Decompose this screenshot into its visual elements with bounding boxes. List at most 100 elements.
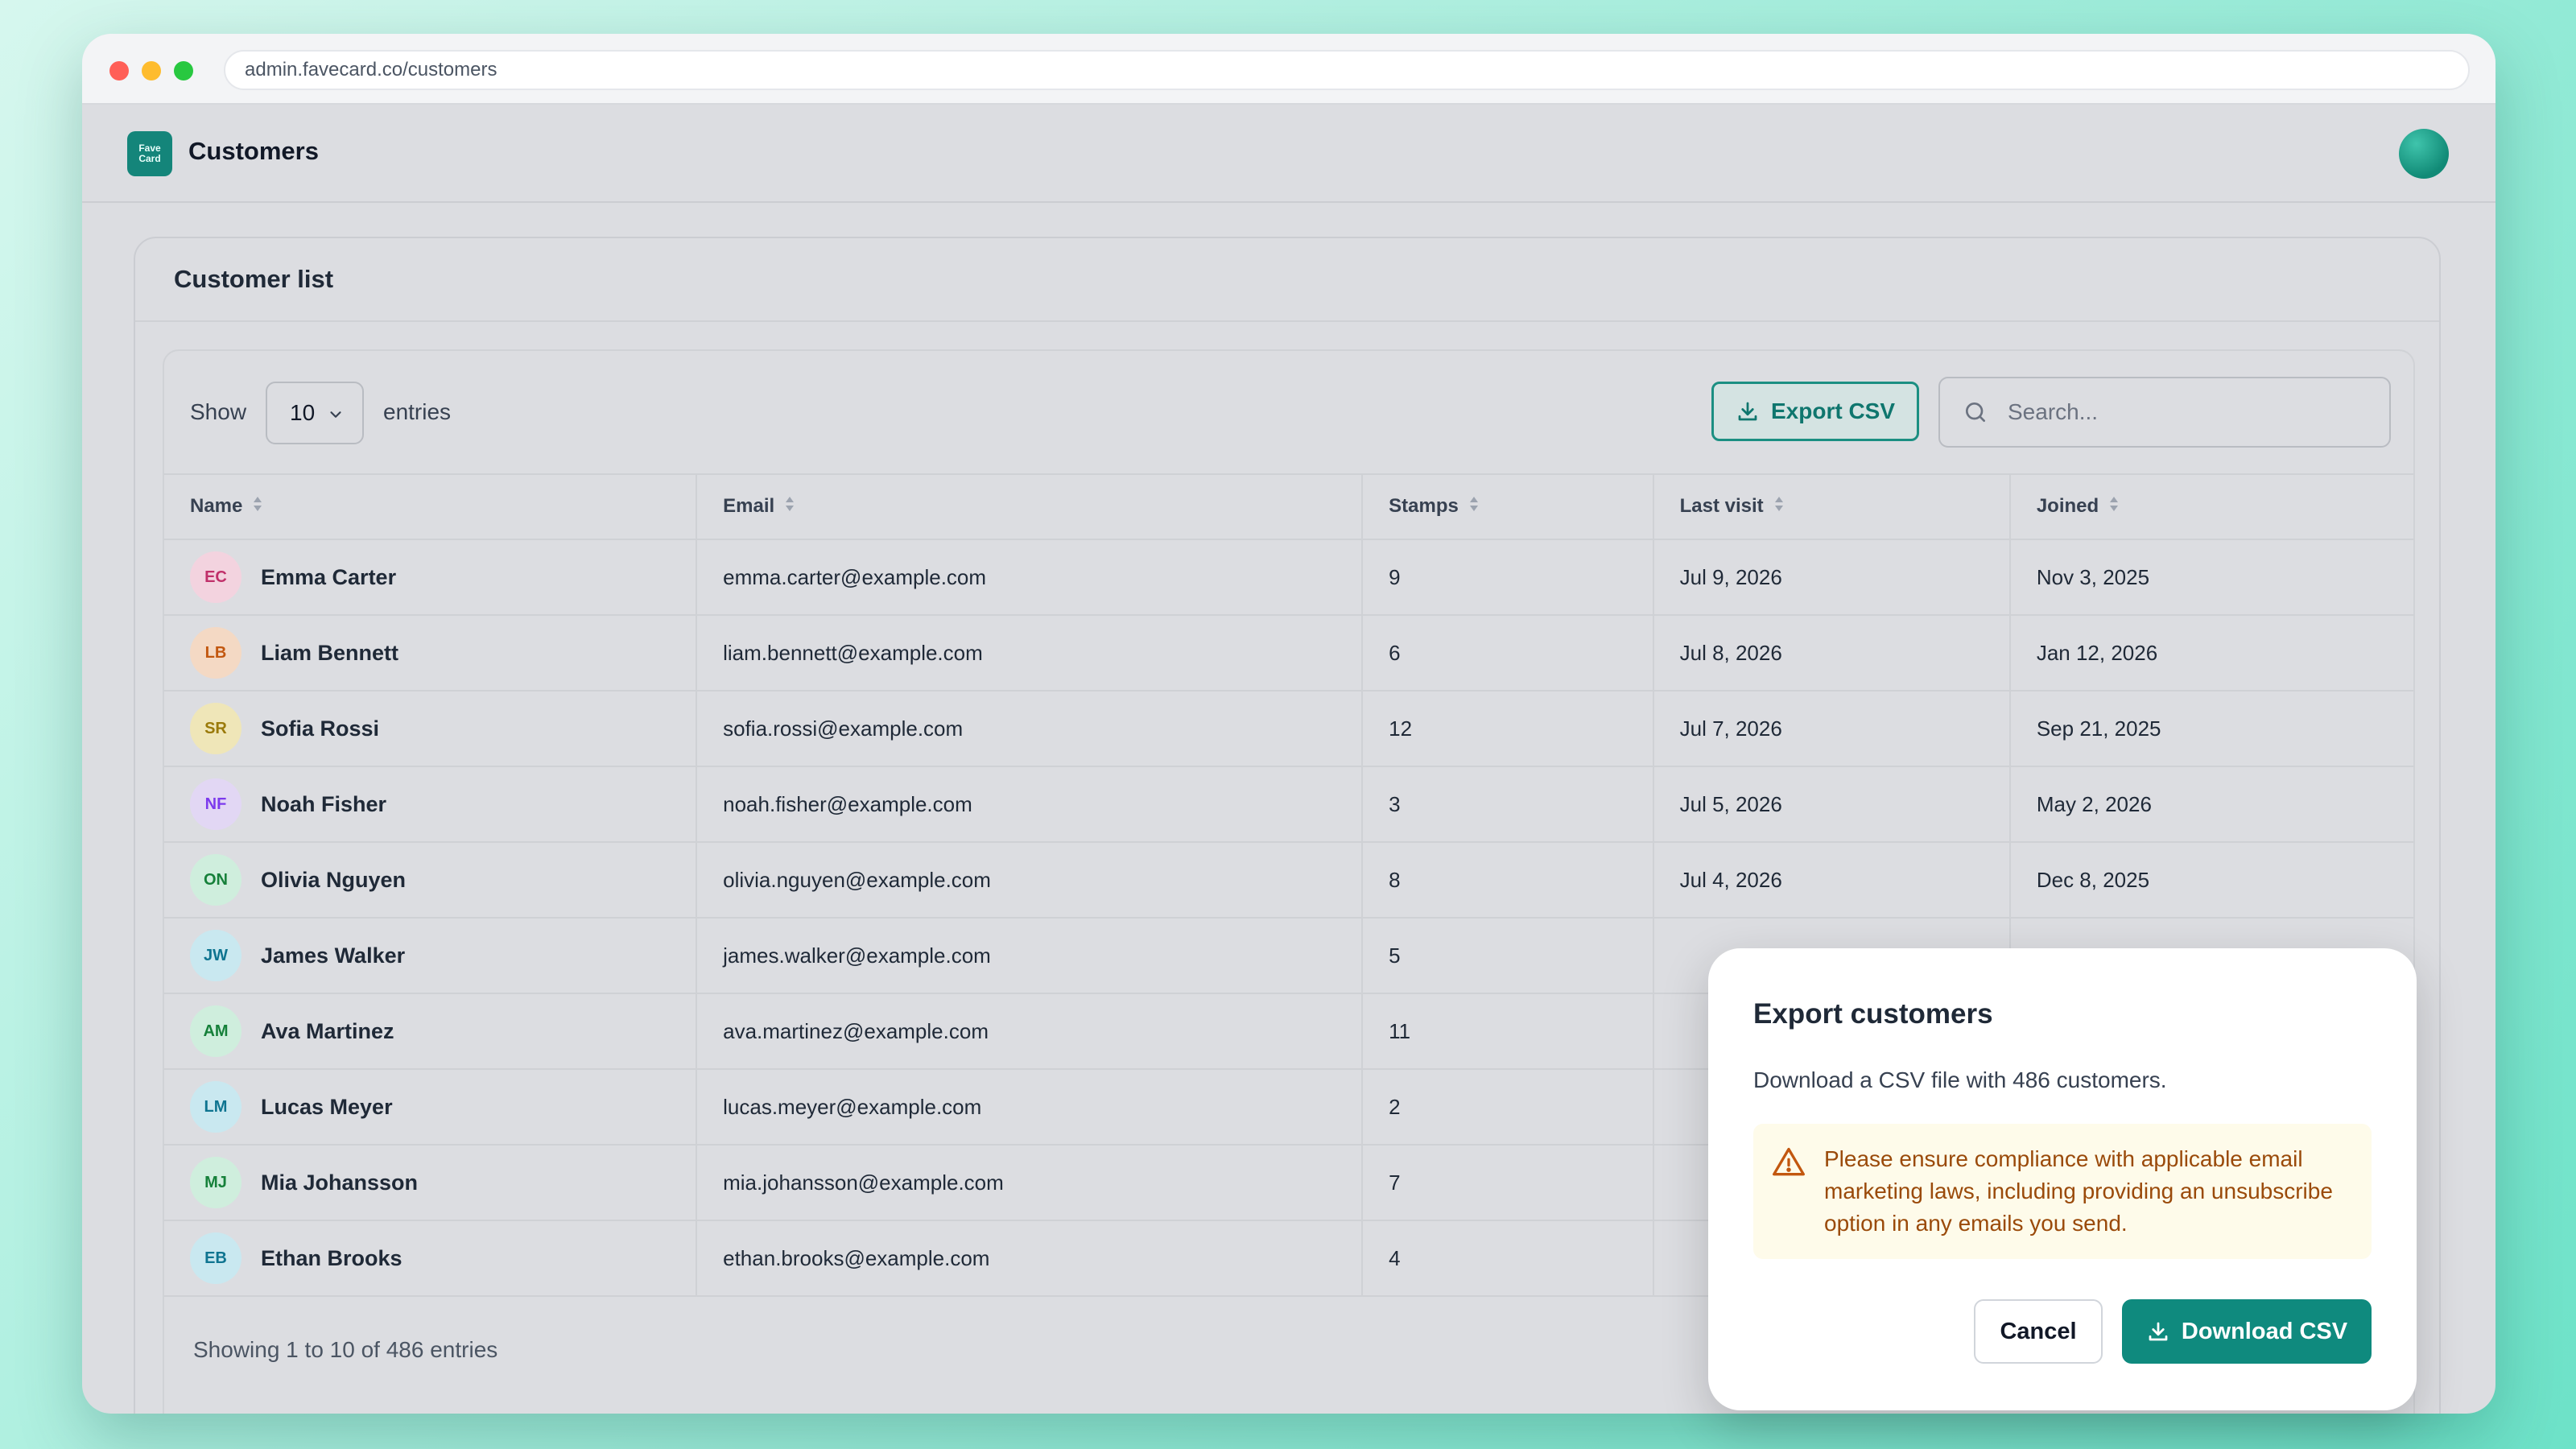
- joined-cell: Dec 8, 2025: [2009, 842, 2413, 919]
- email-cell: liam.bennett@example.com: [696, 615, 1364, 691]
- email-cell: olivia.nguyen@example.com: [696, 842, 1364, 919]
- customer-name: James Walker: [261, 943, 406, 968]
- customer-name: Sofia Rossi: [261, 716, 380, 741]
- search-input[interactable]: [2008, 399, 2362, 425]
- customer-avatar: EB: [190, 1232, 242, 1284]
- joined-cell: Nov 3, 2025: [2009, 539, 2413, 616]
- last-visit-cell: Jul 8, 2026: [1653, 615, 2011, 691]
- name-cell: MJ Mia Johansson: [164, 1145, 698, 1221]
- sort-icon[interactable]: [2108, 495, 2120, 518]
- column-header-joined[interactable]: Joined: [2009, 475, 2413, 540]
- customer-name: Lucas Meyer: [261, 1094, 393, 1119]
- column-header-name[interactable]: Name: [164, 475, 698, 540]
- stamps-cell: 6: [1362, 615, 1654, 691]
- search-box[interactable]: [1938, 377, 2391, 448]
- entries-per-page-select[interactable]: 10: [266, 382, 364, 444]
- close-window-button[interactable]: [109, 61, 129, 80]
- customer-avatar: LM: [190, 1081, 242, 1133]
- sort-icon[interactable]: [1773, 495, 1785, 518]
- dialog-title: Export customers: [1753, 998, 1993, 1030]
- page-title: Customers: [188, 137, 319, 165]
- name-cell: JW James Walker: [164, 918, 698, 994]
- email-cell: sofia.rossi@example.com: [696, 691, 1364, 767]
- column-header-email[interactable]: Email: [696, 475, 1364, 540]
- stamps-cell: 2: [1362, 1069, 1654, 1146]
- column-header-last-visit[interactable]: Last visit: [1653, 475, 2011, 540]
- joined-cell: Sep 21, 2025: [2009, 691, 2413, 767]
- name-cell: EC Emma Carter: [164, 539, 698, 616]
- chevron-down-icon: [330, 411, 341, 418]
- cancel-button[interactable]: Cancel: [1974, 1299, 2103, 1364]
- export-customers-dialog: Export customers Download a CSV file wit…: [1708, 948, 2417, 1410]
- entries-label: entries: [383, 399, 452, 424]
- stamps-cell: 11: [1362, 993, 1654, 1070]
- sort-icon[interactable]: [784, 495, 795, 518]
- last-visit-cell: Jul 4, 2026: [1653, 842, 2011, 919]
- customer-avatar: SR: [190, 703, 242, 754]
- customer-name: Emma Carter: [261, 564, 397, 589]
- minimize-window-button[interactable]: [142, 61, 161, 80]
- name-cell: LM Lucas Meyer: [164, 1069, 698, 1146]
- export-csv-button[interactable]: Export CSV: [1711, 382, 1919, 441]
- customer-name: Ava Martinez: [261, 1018, 394, 1043]
- column-label: Stamps: [1389, 494, 1459, 517]
- table-row[interactable]: SR Sofia Rossi sofia.rossi@example.com 12 Ju…: [164, 691, 2413, 767]
- show-label: Show: [190, 399, 247, 424]
- stamps-cell: 12: [1362, 691, 1654, 767]
- customer-avatar: ON: [190, 854, 242, 906]
- stamps-cell: 5: [1362, 918, 1654, 994]
- stamps-cell: 4: [1362, 1220, 1654, 1297]
- compliance-warning: Please ensure compliance with applicable…: [1753, 1124, 2372, 1259]
- joined-cell: Jan 12, 2026: [2009, 615, 2413, 691]
- customer-avatar: AM: [190, 1005, 242, 1057]
- maximize-window-button[interactable]: [174, 61, 193, 80]
- customer-avatar: MJ: [190, 1157, 242, 1208]
- customer-avatar: JW: [190, 930, 242, 981]
- download-csv-label: Download CSV: [2181, 1318, 2348, 1344]
- entries-value: 10: [290, 400, 316, 425]
- search-icon: [1966, 402, 1985, 422]
- table-row[interactable]: EC Emma Carter emma.carter@example.com 9 Jul…: [164, 539, 2413, 616]
- sort-icon[interactable]: [252, 495, 263, 518]
- email-cell: lucas.meyer@example.com: [696, 1069, 1364, 1146]
- last-visit-cell: Jul 7, 2026: [1653, 691, 2011, 767]
- customer-avatar: EC: [190, 551, 242, 603]
- table-row[interactable]: LB Liam Bennett liam.bennett@example.com 6 J…: [164, 615, 2413, 691]
- browser-titlebar: admin.favecard.co/customers: [82, 34, 2496, 105]
- email-cell: james.walker@example.com: [696, 918, 1364, 994]
- address-bar[interactable]: admin.favecard.co/customers: [224, 50, 2470, 90]
- email-cell: ava.martinez@example.com: [696, 993, 1364, 1070]
- name-cell: EB Ethan Brooks: [164, 1220, 698, 1297]
- customer-name: Ethan Brooks: [261, 1245, 402, 1270]
- customer-name: Olivia Nguyen: [261, 867, 407, 892]
- table-row[interactable]: ON Olivia Nguyen olivia.nguyen@example.com…: [164, 842, 2413, 919]
- download-icon: [2149, 1322, 2168, 1341]
- name-cell: SR Sofia Rossi: [164, 691, 698, 767]
- export-csv-label: Export CSV: [1770, 398, 1896, 423]
- pagination-info: Showing 1 to 10 of 486 entries: [193, 1337, 498, 1362]
- last-visit-cell: Jul 5, 2026: [1653, 766, 2011, 843]
- table-header-row: Name Email Stamps Last visit Joined: [164, 475, 2413, 540]
- email-cell: mia.johansson@example.com: [696, 1145, 1364, 1221]
- download-csv-button[interactable]: Download CSV: [2122, 1299, 2372, 1364]
- dialog-description: Download a CSV file with 486 customers.: [1753, 1067, 2167, 1092]
- user-avatar[interactable]: [2399, 129, 2449, 179]
- card-title: Customer list: [135, 238, 2439, 322]
- column-header-stamps[interactable]: Stamps: [1362, 475, 1654, 540]
- column-label: Joined: [2036, 494, 2099, 517]
- warning-icon: [1773, 1147, 1805, 1176]
- favecard-logo: Fave Card: [127, 131, 172, 176]
- stamps-cell: 8: [1362, 842, 1654, 919]
- email-cell: ethan.brooks@example.com: [696, 1220, 1364, 1297]
- joined-cell: May 2, 2026: [2009, 766, 2413, 843]
- column-label: Last visit: [1679, 494, 1764, 517]
- app-header: Fave Card Customers: [82, 105, 2496, 203]
- customer-avatar: NF: [190, 778, 242, 830]
- sort-icon[interactable]: [1468, 495, 1480, 518]
- name-cell: LB Liam Bennett: [164, 615, 698, 691]
- customer-name: Mia Johansson: [261, 1170, 419, 1195]
- column-label: Email: [723, 494, 775, 517]
- name-cell: AM Ava Martinez: [164, 993, 698, 1070]
- email-cell: emma.carter@example.com: [696, 539, 1364, 616]
- table-row[interactable]: NF Noah Fisher noah.fisher@example.com 3 Jul…: [164, 766, 2413, 843]
